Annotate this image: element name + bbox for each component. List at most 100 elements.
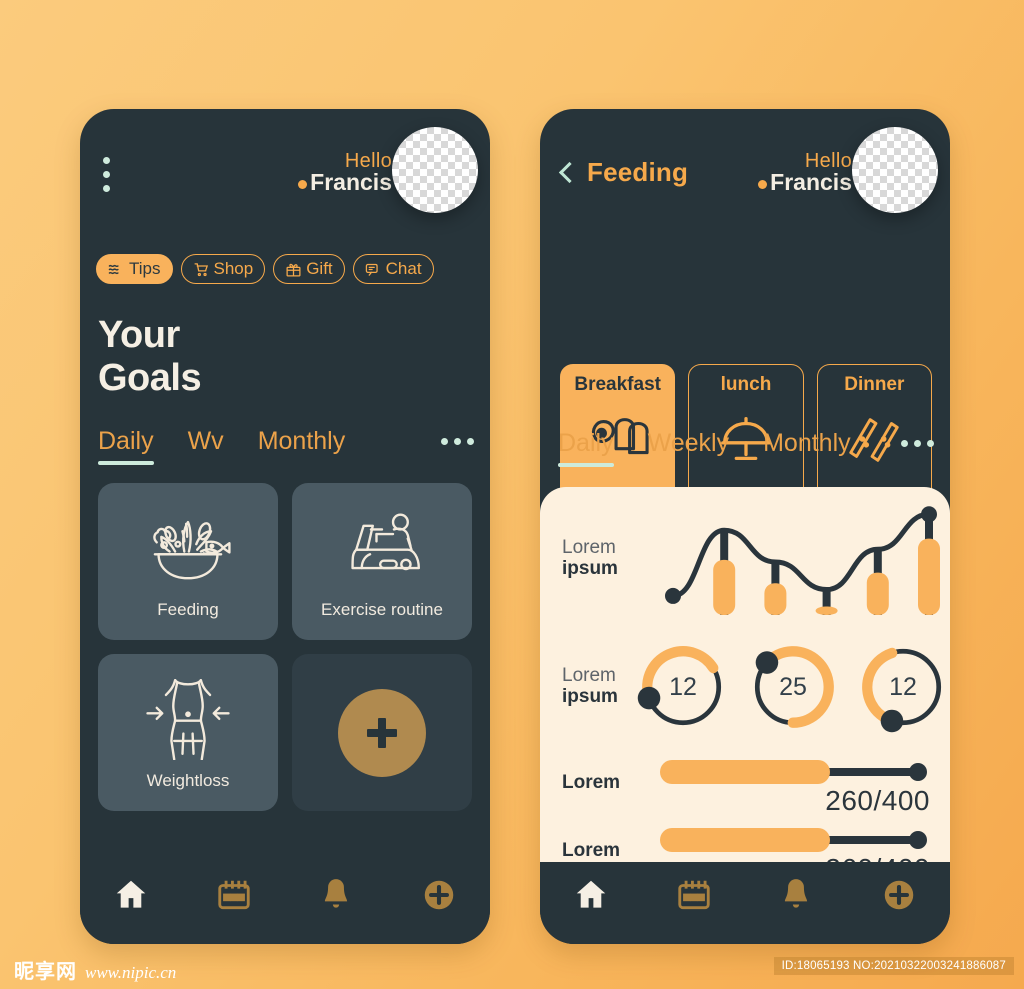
donut-chart: 25 [746, 640, 840, 734]
calendar-icon [675, 876, 713, 919]
period-tabs-right: Daily Weekly Monthly [558, 429, 934, 467]
bell-icon [777, 876, 815, 919]
greeting-block: Hello Francis [758, 150, 852, 195]
progress-bar-1[interactable]: 260/400 [658, 755, 950, 816]
chart-label-line1: Lorem [562, 665, 616, 687]
avatar[interactable] [392, 127, 478, 213]
sparkline-chart [658, 495, 950, 623]
nav-calendar[interactable] [643, 876, 746, 919]
tab-daily[interactable]: Daily [98, 427, 154, 465]
progress-label-text: Lorem [562, 839, 621, 861]
footer-watermark: 昵享网 www.nipic.cn ID:18065193 NO:20210322… [0, 948, 1024, 989]
donut-value: 12 [669, 672, 697, 701]
card-label: Weightloss [146, 771, 230, 790]
home-icon [572, 876, 610, 919]
pill-shop[interactable]: Shop [180, 254, 266, 284]
bottom-navigation-left [80, 862, 490, 944]
pill-chat[interactable]: Chat [352, 254, 434, 284]
page-title: Feeding [587, 157, 689, 187]
greeting-name: Francis [298, 170, 392, 194]
tab-weekly[interactable]: Weekly [648, 429, 730, 467]
nav-notifications[interactable] [745, 876, 848, 919]
chat-icon [365, 261, 382, 278]
avatar[interactable] [852, 127, 938, 213]
add-circle-icon [420, 876, 458, 919]
more-vertical-icon[interactable] [103, 157, 110, 192]
calendar-icon [215, 876, 253, 919]
progress-value-2: 260/400 [825, 853, 930, 862]
chevron-left-icon[interactable] [558, 161, 581, 184]
donut-value: 12 [889, 672, 917, 701]
pill-tips[interactable]: Tips [96, 254, 173, 284]
nav-add[interactable] [848, 876, 951, 919]
greeting-name: Francis [758, 170, 852, 194]
nav-notifications[interactable] [285, 876, 388, 919]
progress-value-1: 260/400 [825, 785, 930, 816]
nav-home[interactable] [80, 876, 183, 919]
card-exercise-routine[interactable]: Exercise routine [292, 483, 472, 640]
page-title-line1: Your [98, 314, 180, 356]
chart-row-sparkline: Lorem ipsum [540, 495, 950, 623]
period-tabs-left: Daily Wv Monthly [98, 427, 474, 465]
pill-label: Tips [129, 259, 161, 278]
add-plus-icon[interactable] [338, 688, 426, 777]
meal-name: Breakfast [574, 374, 661, 395]
nav-add[interactable] [388, 876, 491, 919]
card-label: Exercise routine [321, 600, 443, 619]
tab-daily[interactable]: Daily [558, 429, 614, 467]
cart-icon [193, 261, 210, 278]
waistline-icon [142, 674, 234, 765]
bell-icon [317, 876, 355, 919]
tab-monthly[interactable]: Monthly [258, 427, 346, 465]
card-feeding[interactable]: Feeding [98, 483, 278, 640]
chart-label-line1: Lorem [562, 537, 616, 559]
page-title: Your Goals [98, 314, 202, 399]
nav-home[interactable] [540, 876, 643, 919]
card-weightloss[interactable]: Weightloss [98, 654, 278, 811]
chart-label-line2: ipsum [562, 558, 618, 579]
progress-label-text: Lorem [562, 771, 621, 793]
progress-row-1: Lorem 260/400 [540, 755, 950, 816]
pill-label: Chat [385, 259, 422, 278]
salad-bowl-icon [142, 503, 234, 594]
chart-label-line2: ipsum [562, 686, 618, 707]
tab-weekly[interactable]: Wv [188, 427, 224, 465]
greeting-hello: Hello [344, 150, 392, 172]
donut-chart-group: 12 25 12 [636, 640, 950, 734]
progress-label-2: Lorem [540, 839, 658, 862]
meal-name: lunch [720, 374, 772, 395]
card-label: Feeding [157, 600, 219, 619]
exercise-bike-icon [336, 503, 428, 594]
donut-value: 25 [779, 672, 807, 701]
pill-label: Shop [213, 259, 254, 278]
more-horizontal-icon[interactable] [901, 439, 934, 447]
back-title-group[interactable]: Feeding [558, 157, 689, 188]
chart-label-donuts: Lorem ipsum [540, 665, 636, 708]
tab-monthly[interactable]: Monthly [763, 429, 851, 467]
goal-card-grid: Feeding Exercise routine Weightloss [98, 483, 472, 811]
progress-bar-2[interactable]: 260/400 [658, 823, 950, 862]
watermark-brand: 昵享网 [14, 959, 77, 983]
greeting-hello: Hello [804, 150, 852, 172]
donut-chart: 12 [856, 640, 950, 734]
watermark: 昵享网 www.nipic.cn [14, 955, 176, 984]
image-id-tag: ID:18065193 NO:20210322003241886087 [773, 957, 1014, 975]
chart-row-donuts: Lorem ipsum 12 25 12 [540, 635, 950, 739]
bottom-navigation-right [540, 862, 950, 944]
nav-calendar[interactable] [183, 876, 286, 919]
card-add-goal[interactable] [292, 654, 472, 811]
chart-label-sparkline: Lorem ipsum [540, 537, 658, 580]
more-horizontal-icon[interactable] [441, 437, 474, 445]
left-header: Hello Francis [80, 109, 490, 227]
right-header: Feeding Hello Francis [540, 109, 950, 227]
phone-screen-goals: Hello Francis Tips Shop Gift Chat Your G… [80, 109, 490, 944]
pill-gift[interactable]: Gift [273, 254, 345, 284]
donut-chart: 12 [636, 640, 730, 734]
quick-action-pills: Tips Shop Gift Chat [96, 254, 476, 284]
watermark-url: www.nipic.cn [85, 963, 177, 982]
waves-icon [108, 261, 125, 278]
pill-label: Gift [306, 259, 333, 278]
greeting-block: Hello Francis [298, 150, 392, 195]
progress-label-1: Lorem [540, 771, 658, 794]
page-title-line2: Goals [98, 356, 202, 399]
